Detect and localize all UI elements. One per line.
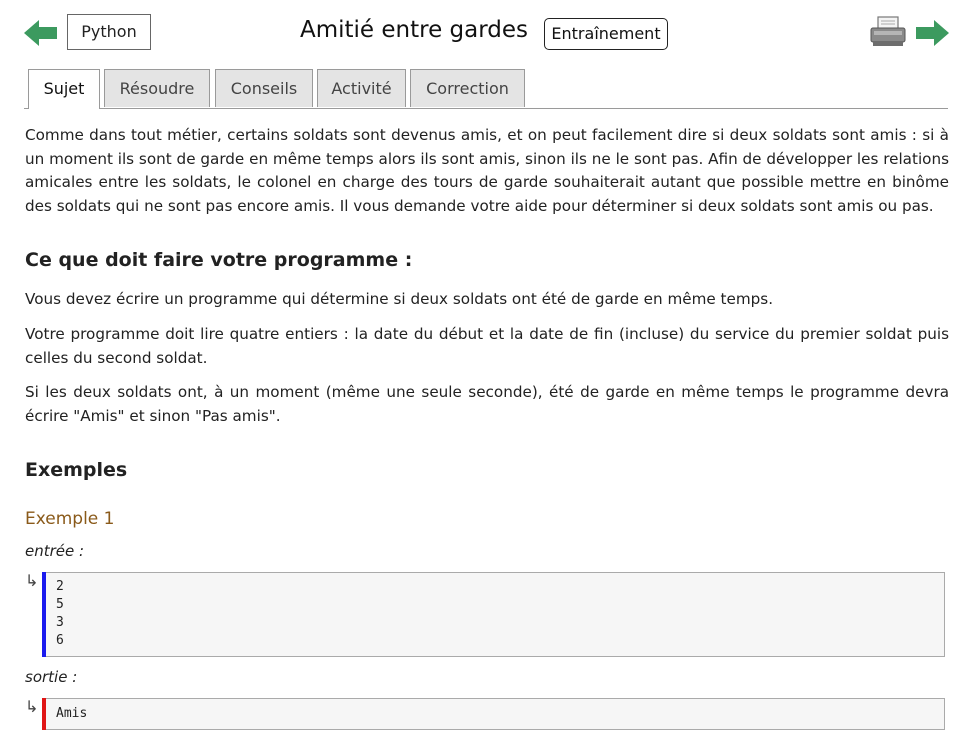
instruction-paragraph: Votre programme doit lire quatre entiers… xyxy=(25,325,949,367)
input-line: 6 xyxy=(56,633,64,648)
intro-paragraph: Comme dans tout métier, certains soldats… xyxy=(25,126,949,215)
example-input-box: 2 5 3 6 xyxy=(42,572,945,657)
previous-arrow-icon[interactable] xyxy=(24,18,58,48)
level-badge: Entraînement xyxy=(544,18,668,50)
tab-activite[interactable]: Activité xyxy=(317,69,406,107)
language-button[interactable]: Python xyxy=(67,14,151,50)
example-title: Exemple 1 xyxy=(25,509,115,529)
instruction-paragraph: Vous devez écrire un programme qui déter… xyxy=(25,290,774,308)
tab-bar: Sujet Résoudre Conseils Activité Correct… xyxy=(24,69,948,109)
tab-sujet[interactable]: Sujet xyxy=(28,69,100,109)
output-arrow-icon: ↳ xyxy=(25,697,39,716)
output-label: sortie : xyxy=(25,668,78,686)
printer-icon[interactable] xyxy=(870,16,906,48)
page-title: Amitié entre gardes xyxy=(299,17,529,43)
output-line: Amis xyxy=(56,706,88,721)
input-label: entrée : xyxy=(25,542,85,560)
instruction-paragraph: Si les deux soldats ont, à un moment (mê… xyxy=(25,383,949,425)
input-line: 3 xyxy=(56,615,64,630)
section-heading: Ce que doit faire votre programme : xyxy=(25,249,413,271)
example-output-box: Amis xyxy=(42,698,945,730)
tab-conseils[interactable]: Conseils xyxy=(215,69,313,107)
top-bar: Python Amitié entre gardes Entraînement xyxy=(0,0,972,62)
input-line: 2 xyxy=(56,579,64,594)
input-line: 5 xyxy=(56,597,64,612)
tab-resoudre[interactable]: Résoudre xyxy=(104,69,210,107)
examples-heading: Exemples xyxy=(25,459,128,481)
tab-correction[interactable]: Correction xyxy=(410,69,525,107)
input-arrow-icon: ↳ xyxy=(25,571,39,590)
next-arrow-icon[interactable] xyxy=(915,18,949,48)
